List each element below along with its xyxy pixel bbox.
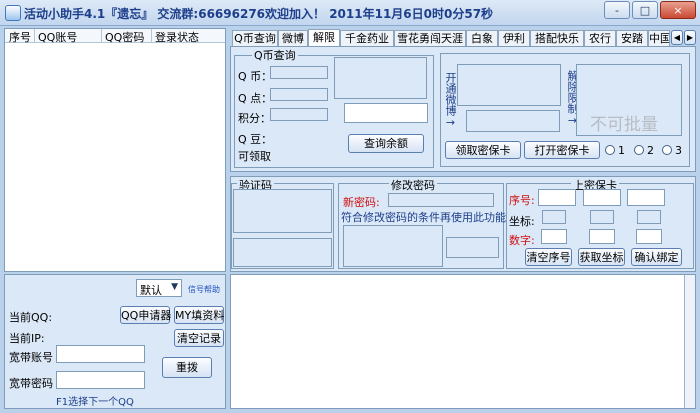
open-weibo-label: 开通微博→: [444, 72, 457, 129]
coord-value-3: [637, 210, 661, 224]
qb-label: Q 币：: [238, 70, 273, 83]
col-divider: [151, 29, 152, 43]
digits-input-2[interactable]: [589, 229, 615, 244]
app-icon: [5, 5, 21, 21]
my-fill-info-button[interactable]: MY填资料: [174, 306, 224, 324]
clear-log-button[interactable]: 清空记录: [174, 329, 224, 347]
weibo-result-box: [466, 110, 560, 132]
col-divider: [34, 29, 35, 43]
tab-anta[interactable]: 安踏: [616, 30, 648, 47]
profile-select[interactable]: 默认 ▼: [136, 279, 182, 297]
minimize-button[interactable]: -: [604, 1, 630, 19]
new-password-input[interactable]: [388, 193, 494, 207]
tab-abc[interactable]: 农行: [584, 30, 616, 47]
claimable-label: 可领取: [238, 150, 271, 163]
radio-3-label: 3: [675, 144, 682, 157]
digits-label: 数字:: [509, 234, 535, 247]
account-list[interactable]: [4, 28, 226, 272]
window-title: 活动小助手4.1『遗忘』 交流群:66696276欢迎加入！ 2011年11月6…: [24, 7, 494, 21]
points-label: 积分：: [238, 112, 271, 125]
radio-2[interactable]: [634, 145, 644, 155]
log-area[interactable]: [230, 274, 696, 409]
radio-1[interactable]: [605, 145, 615, 155]
col-login-status[interactable]: 登录状态: [155, 29, 199, 45]
qd-label: Q 点：: [238, 92, 273, 105]
change-password-captcha-input[interactable]: [446, 237, 499, 258]
close-button[interactable]: ×: [660, 1, 696, 19]
radio-1-label: 1: [618, 144, 625, 157]
col-serial[interactable]: 序号: [9, 29, 31, 45]
broadband-password-label: 宽带密码: [9, 377, 53, 390]
coord-value-2: [590, 210, 614, 224]
current-qq-label: 当前QQ:: [9, 311, 53, 324]
chevron-down-icon: ▼: [171, 282, 178, 292]
tab-qianjin[interactable]: 千金药业: [340, 30, 394, 47]
points-value: [270, 108, 328, 121]
broadband-password-input[interactable]: [56, 371, 145, 389]
serial-input-1[interactable]: [538, 189, 576, 206]
weibo-captcha-image: [457, 64, 561, 106]
serial-label: 序号:: [509, 194, 535, 207]
radio-3[interactable]: [662, 145, 672, 155]
digits-input-3[interactable]: [636, 229, 662, 244]
coord-value-1: [542, 210, 566, 224]
qq-apply-button[interactable]: QQ申请器: [120, 306, 171, 324]
tab-weibo[interactable]: 微博: [278, 30, 308, 47]
current-ip-label: 当前IP:: [9, 332, 45, 345]
tab-scroll-right-button[interactable]: ▶: [684, 30, 696, 45]
qb-value: [270, 66, 328, 79]
tab-baixiang[interactable]: 白象: [466, 30, 498, 47]
change-password-note: 符合修改密码的条件再使用此功能: [341, 211, 506, 224]
get-coord-button[interactable]: 获取坐标: [578, 248, 625, 266]
digits-input-1[interactable]: [541, 229, 567, 244]
qdou-label: Q 豆：: [238, 133, 273, 146]
tab-dapei[interactable]: 搭配快乐: [530, 30, 584, 47]
qd-value: [270, 88, 328, 101]
captcha-image: [233, 189, 332, 233]
open-security-card-button[interactable]: 打开密保卡: [524, 141, 600, 159]
qb-query-title: Q币查询: [252, 47, 298, 63]
qb-result-box: [334, 57, 427, 99]
serial-input-2[interactable]: [583, 189, 621, 206]
tab-scroll-left-button[interactable]: ◀: [671, 30, 683, 45]
broadband-account-input[interactable]: [56, 345, 145, 363]
profile-select-value: 默认: [140, 284, 162, 297]
tab-qb-query[interactable]: Q币查询: [232, 30, 278, 47]
log-scrollbar[interactable]: [684, 275, 695, 408]
confirm-bind-button[interactable]: 确认绑定: [631, 248, 682, 266]
change-password-captcha: [343, 225, 443, 267]
captcha-input[interactable]: [233, 238, 332, 267]
get-security-card-button[interactable]: 领取密保卡: [445, 141, 521, 159]
signal-help-link[interactable]: 信号帮助: [188, 284, 220, 295]
tab-snow-beer[interactable]: 雪花勇闯天涯: [394, 30, 466, 47]
clear-serial-button[interactable]: 清空序号: [525, 248, 572, 266]
tab-yili[interactable]: 伊利: [498, 30, 530, 47]
col-qq-password[interactable]: QQ密码: [105, 29, 144, 45]
col-qq-account[interactable]: QQ账号: [38, 29, 77, 45]
coord-label: 坐标:: [509, 215, 535, 228]
col-divider: [101, 29, 102, 43]
maximize-button[interactable]: □: [632, 1, 658, 19]
change-password-title: 修改密码: [389, 177, 437, 193]
no-batch-watermark: 不可批量: [590, 115, 658, 135]
redial-button[interactable]: 重拨: [162, 357, 212, 378]
tab-china[interactable]: 中国: [648, 30, 670, 47]
qb-captcha-input[interactable]: [344, 103, 428, 123]
f1-hint: F1选择下一个QQ: [56, 397, 134, 408]
broadband-account-label: 宽带账号: [9, 351, 53, 364]
serial-input-3[interactable]: [627, 189, 665, 206]
query-balance-button[interactable]: 查询余额: [348, 134, 424, 153]
new-password-label: 新密码:: [343, 196, 380, 209]
tab-unlock[interactable]: 解限: [308, 29, 340, 47]
radio-2-label: 2: [647, 144, 654, 157]
